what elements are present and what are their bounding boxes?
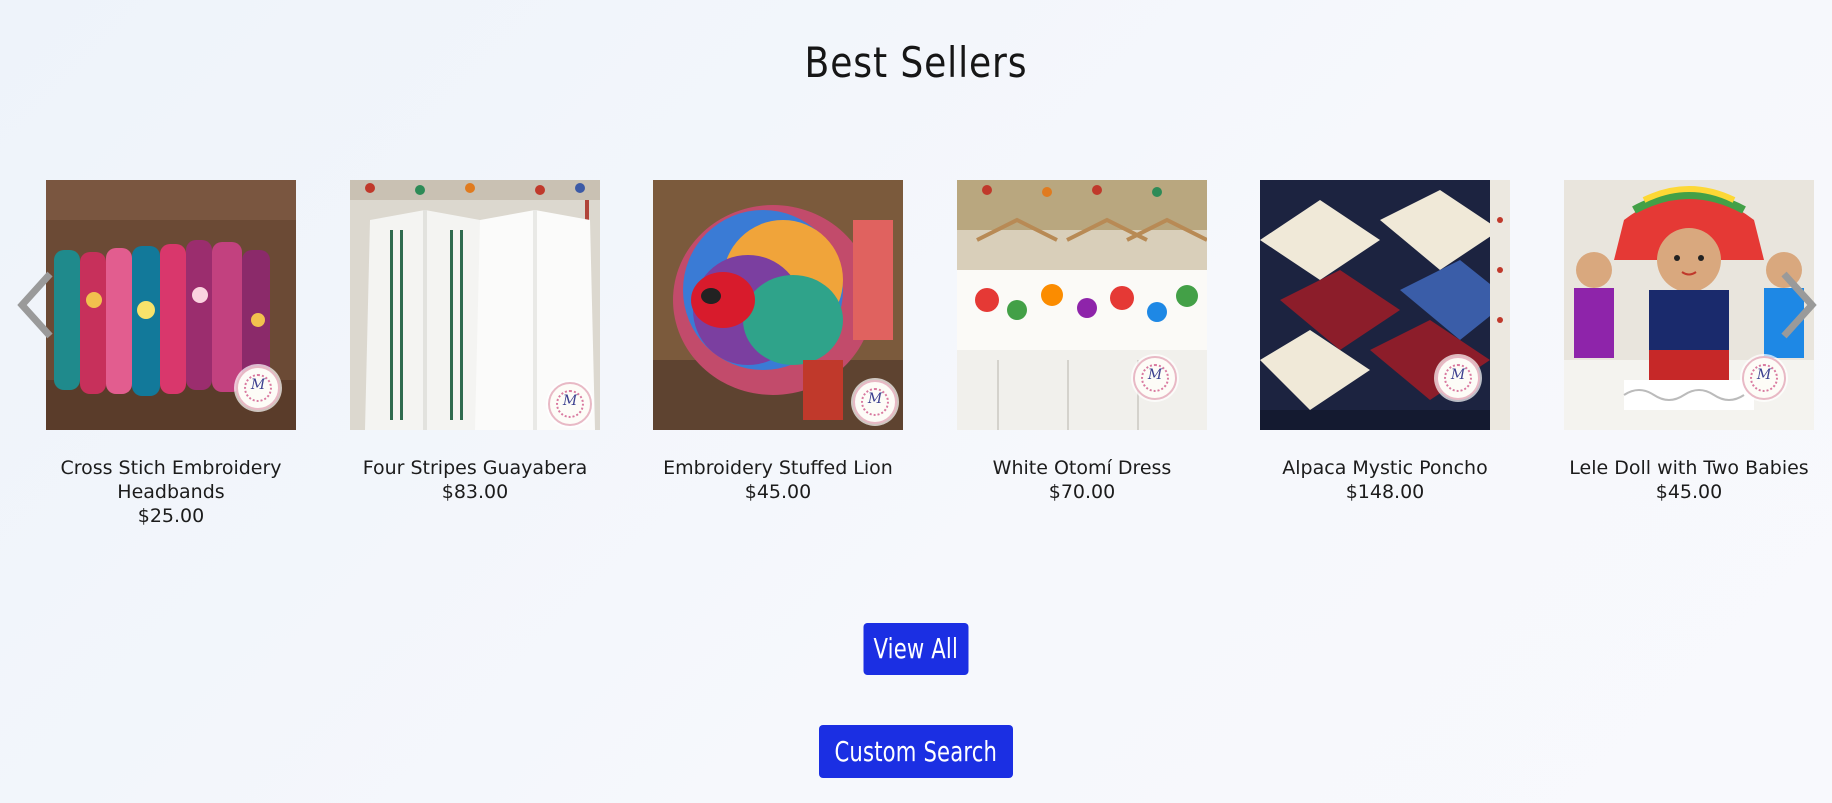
product-price: $70.00 xyxy=(1048,481,1116,503)
section-title: Best Sellers xyxy=(804,38,1028,87)
brand-logo-badge xyxy=(236,366,280,410)
product-carousel: Cross Stich Embroidery Headbands $25.00 xyxy=(0,180,1832,540)
product-name[interactable]: Lele Doll with Two Babies xyxy=(1564,456,1814,480)
product-image[interactable] xyxy=(1260,180,1510,430)
product-image[interactable] xyxy=(350,180,600,430)
brand-logo-badge xyxy=(548,382,592,426)
view-all-button[interactable]: View All xyxy=(863,623,969,675)
carousel-prev-button[interactable] xyxy=(16,270,56,340)
product-price: $25.00 xyxy=(137,505,205,527)
product-image[interactable] xyxy=(653,180,903,430)
product-card[interactable]: Lele Doll with Two Babies $45.00 xyxy=(1564,180,1814,504)
product-image[interactable] xyxy=(46,180,296,430)
product-card[interactable]: Alpaca Mystic Poncho $148.00 xyxy=(1260,180,1510,504)
custom-search-label: Custom Search xyxy=(834,735,998,768)
product-price: $45.00 xyxy=(1655,481,1723,503)
product-name[interactable]: Cross Stich Embroidery Headbands xyxy=(46,456,296,504)
product-card[interactable]: Cross Stich Embroidery Headbands $25.00 xyxy=(46,180,296,528)
product-price: $45.00 xyxy=(744,481,812,503)
product-name[interactable]: Four Stripes Guayabera xyxy=(350,456,600,480)
product-price: $83.00 xyxy=(441,481,509,503)
brand-logo-badge xyxy=(1436,356,1480,400)
brand-logo-badge xyxy=(1133,356,1177,400)
product-card[interactable]: Embroidery Stuffed Lion $45.00 xyxy=(653,180,903,504)
custom-search-button[interactable]: Custom Search xyxy=(819,725,1013,778)
brand-logo-badge xyxy=(1742,356,1786,400)
product-image[interactable] xyxy=(1564,180,1814,430)
brand-logo-badge xyxy=(853,380,897,424)
product-name[interactable]: Alpaca Mystic Poncho xyxy=(1260,456,1510,480)
chevron-right-icon xyxy=(1778,271,1818,344)
product-card[interactable]: Four Stripes Guayabera $83.00 xyxy=(350,180,600,504)
view-all-label: View All xyxy=(873,632,959,665)
product-name[interactable]: Embroidery Stuffed Lion xyxy=(653,456,903,480)
carousel-next-button[interactable] xyxy=(1778,270,1818,340)
product-image[interactable] xyxy=(957,180,1207,430)
best-sellers-page: Best Sellers M Cross Stich Embroidery He… xyxy=(0,0,1832,803)
product-price: $148.00 xyxy=(1345,481,1425,503)
product-name[interactable]: White Otomí Dress xyxy=(957,456,1207,480)
product-card[interactable]: White Otomí Dress $70.00 xyxy=(957,180,1207,504)
chevron-left-icon xyxy=(16,271,56,344)
